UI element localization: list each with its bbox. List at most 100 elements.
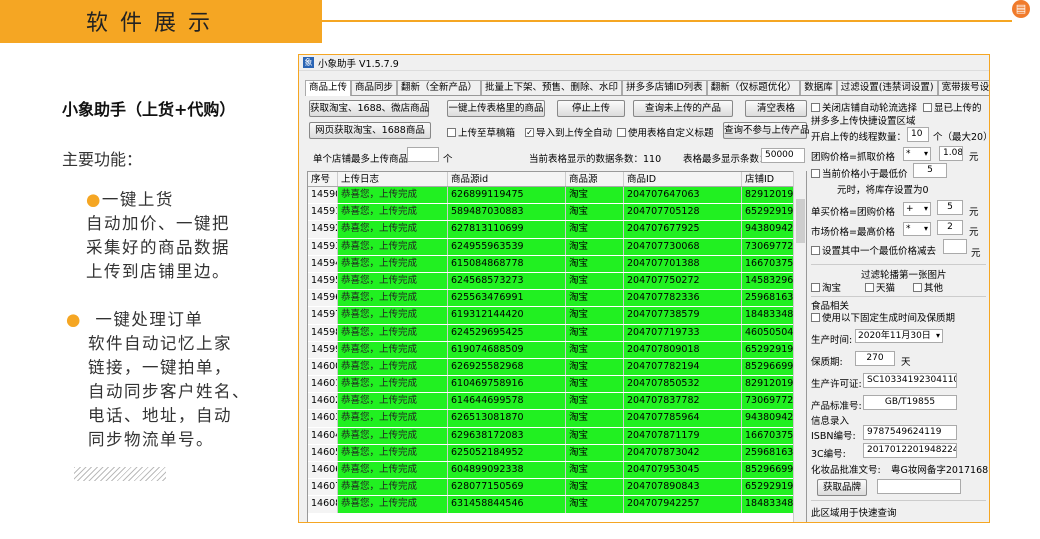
table-cell: 204707782336 bbox=[624, 290, 742, 307]
set-min-price-checkbox[interactable]: 设置其中一个最低价格减去 bbox=[811, 243, 936, 257]
web-fetch-button[interactable]: 网页获取淘宝、1688商品 bbox=[309, 122, 431, 139]
standard-input[interactable]: GB/T19855 bbox=[863, 395, 957, 410]
table-cell: 恭喜您，上传完成 bbox=[338, 479, 448, 496]
table-scrollbar[interactable] bbox=[793, 171, 806, 522]
single-op-select[interactable]: + bbox=[903, 202, 931, 216]
window-title: 小象助手 V1.5.7.9 bbox=[318, 58, 399, 70]
table-row[interactable]: 14591恭喜您，上传完成589487030883淘宝2047077051286… bbox=[308, 204, 806, 222]
table-row[interactable]: 14592恭喜您，上传完成627813110699淘宝2047076779259… bbox=[308, 221, 806, 239]
brand-input[interactable] bbox=[877, 479, 961, 494]
tab-8[interactable]: 宽带拨号设置及代理设 bbox=[937, 80, 989, 95]
taobao-checkbox[interactable]: 淘宝 bbox=[811, 280, 841, 294]
table-row[interactable]: 14599恭喜您，上传完成619074688509淘宝2047078090186… bbox=[308, 341, 806, 359]
max-upload-input[interactable] bbox=[407, 147, 439, 162]
threads-input[interactable]: 10 bbox=[907, 127, 929, 142]
table-row[interactable]: 14600恭喜您，上传完成626925582968淘宝2047077821948… bbox=[308, 358, 806, 377]
get-brand-button[interactable]: 获取品牌 bbox=[817, 479, 867, 496]
table-cell: 589487030883 bbox=[448, 204, 566, 221]
query-excluded-button[interactable]: 查询不参与上传产品 bbox=[723, 122, 810, 139]
table-cell: 恭喜您，上传完成 bbox=[338, 290, 448, 307]
use-fixed-date-checkbox[interactable]: 使用以下固定生成时间及保质期 bbox=[811, 310, 955, 324]
info-label: 信息录入 bbox=[811, 416, 850, 427]
license-input[interactable]: SC10334192304110 bbox=[863, 373, 957, 388]
market-mult-input[interactable]: 2 bbox=[937, 220, 963, 235]
table-row[interactable]: 14607恭喜您，上传完成628077150569淘宝2047078908436… bbox=[308, 479, 806, 497]
group-op-select[interactable]: * bbox=[903, 147, 931, 161]
table-cell: 淘宝 bbox=[566, 238, 624, 255]
stop-button[interactable]: 停止上传 bbox=[557, 100, 625, 117]
table-max-input[interactable]: 50000 bbox=[761, 148, 805, 163]
tab-5[interactable]: 翻新（仅标题优化） bbox=[706, 80, 801, 95]
prod-time-select[interactable]: 2020年11月30日 bbox=[855, 329, 943, 343]
other-checkbox[interactable]: 其他 bbox=[913, 280, 943, 294]
threads-label: 开启上传的线程数量： bbox=[811, 132, 907, 143]
column-header[interactable]: 序号 bbox=[308, 172, 338, 186]
ccc-input[interactable]: 2017012201948224 bbox=[863, 443, 957, 458]
upload-all-button[interactable]: 一键上传表格里的商品 bbox=[447, 100, 545, 117]
table-cell: 624955963539 bbox=[448, 238, 566, 255]
table-row[interactable]: 14593恭喜您，上传完成624955963539淘宝2047077300687… bbox=[308, 238, 806, 256]
clear-button[interactable]: 清空表格 bbox=[745, 100, 807, 117]
column-header[interactable]: 上传日志 bbox=[338, 172, 448, 186]
table-cell: 14603 bbox=[308, 410, 338, 427]
tab-2[interactable]: 翻新（全新产品） bbox=[397, 80, 482, 95]
below-min-checkbox[interactable]: 当前价格小于最低价 bbox=[811, 166, 908, 180]
tmall-checkbox[interactable]: 天猫 bbox=[865, 280, 895, 294]
tab-1[interactable]: 商品同步 bbox=[351, 80, 398, 95]
table-cell: 852966994 bbox=[742, 358, 794, 376]
show-uploaded-checkbox[interactable]: 显已上传的 bbox=[923, 100, 982, 114]
settings-panel: 关闭店铺自动轮流选择 显已上传的 拼多多上传快捷设置区域 开启上传的线程数量： … bbox=[811, 100, 989, 522]
table-row[interactable]: 14598恭喜您，上传完成624529695425淘宝2047077197334… bbox=[308, 324, 806, 342]
table-cell: 恭喜您，上传完成 bbox=[338, 462, 448, 479]
set-min-price-input[interactable] bbox=[943, 239, 967, 254]
scroll-thumb[interactable] bbox=[796, 199, 805, 243]
isbn-input[interactable]: 9787549624119 bbox=[863, 425, 957, 440]
column-header[interactable]: 商品源 bbox=[566, 172, 624, 186]
custom-title-checkbox[interactable]: 使用表格自定义标题 bbox=[617, 125, 714, 139]
tab-3[interactable]: 批量上下架、预售、删除、水印 bbox=[481, 80, 623, 95]
table-row[interactable]: 14605恭喜您，上传完成625052184952淘宝2047078730422… bbox=[308, 444, 806, 462]
table-row[interactable]: 14590恭喜您，上传完成626899119475淘宝2047076470638… bbox=[308, 187, 806, 205]
table-row[interactable]: 14608恭喜您，上传完成631458844546淘宝2047079422571… bbox=[308, 496, 806, 514]
table-row[interactable]: 14606恭喜您，上传完成604899092338淘宝2047079530458… bbox=[308, 462, 806, 480]
market-op-select[interactable]: * bbox=[903, 222, 931, 236]
column-header[interactable]: 店铺ID bbox=[742, 172, 794, 186]
table-cell: 626513081870 bbox=[448, 410, 566, 427]
table-cell: 625563476991 bbox=[448, 290, 566, 307]
table-cell: 204707850532 bbox=[624, 376, 742, 393]
table-row[interactable]: 14601恭喜您，上传完成610469758916淘宝2047078505328… bbox=[308, 376, 806, 394]
fetch-button[interactable]: 获取淘宝、1688、微店商品 bbox=[309, 100, 429, 117]
ccc-label: 3C编号: bbox=[811, 449, 846, 460]
tab-7[interactable]: 过滤设置(违禁词设置) bbox=[836, 80, 938, 95]
prod-time-label: 生产时间: bbox=[811, 335, 853, 346]
table-row[interactable]: 14595恭喜您，上传完成624568573273淘宝2047077502721… bbox=[308, 272, 806, 291]
tab-0[interactable]: 商品上传 bbox=[305, 80, 352, 96]
query-not-uploaded-button[interactable]: 查询未上传的产品 bbox=[633, 100, 733, 117]
presentation-icon[interactable]: ▤ bbox=[1012, 0, 1030, 18]
group-mult-input[interactable]: 1.08 bbox=[939, 146, 963, 161]
table-cell: 204707701388 bbox=[624, 255, 742, 272]
table-row[interactable]: 14602恭喜您，上传完成614644699578淘宝2047078377827… bbox=[308, 393, 806, 411]
draft-checkbox[interactable]: 上传至草稿箱 bbox=[447, 125, 515, 139]
close-shop-poll-checkbox[interactable]: 关闭店铺自动轮流选择 bbox=[811, 100, 917, 114]
auto-import-checkbox[interactable]: ✓ 导入到上传全自动 bbox=[525, 125, 612, 139]
table-cell: 淘宝 bbox=[566, 204, 624, 221]
column-header[interactable]: 商品ID bbox=[624, 172, 742, 186]
table-cell: 204707871179 bbox=[624, 427, 742, 444]
table-row[interactable]: 14594恭喜您，上传完成615084868778淘宝2047077013881… bbox=[308, 255, 806, 273]
table-cell: 14593 bbox=[308, 238, 338, 255]
table-row[interactable]: 14596恭喜您，上传完成625563476991淘宝2047077823362… bbox=[308, 290, 806, 308]
table-cell: 14594 bbox=[308, 255, 338, 272]
table-cell: 259681635 bbox=[742, 290, 794, 307]
single-add-input[interactable]: 5 bbox=[937, 200, 963, 215]
min-price-input[interactable]: 5 bbox=[913, 163, 947, 178]
table-row[interactable]: 14604恭喜您，上传完成629638172083淘宝2047078711791… bbox=[308, 427, 806, 445]
tab-4[interactable]: 拼多多店铺ID列表 bbox=[622, 80, 707, 95]
table-row[interactable]: 14597恭喜您，上传完成619312144420淘宝2047077385791… bbox=[308, 307, 806, 325]
tab-6[interactable]: 数据库 bbox=[800, 80, 837, 95]
shelf-life-input[interactable]: 270 bbox=[855, 351, 895, 366]
table-row[interactable]: 14603恭喜您，上传完成626513081870淘宝2047077859649… bbox=[308, 410, 806, 428]
column-header[interactable]: 商品源id bbox=[448, 172, 566, 186]
market-price-label: 市场价格=最高价格 bbox=[811, 227, 895, 238]
yuan-label: 元 bbox=[971, 248, 981, 259]
